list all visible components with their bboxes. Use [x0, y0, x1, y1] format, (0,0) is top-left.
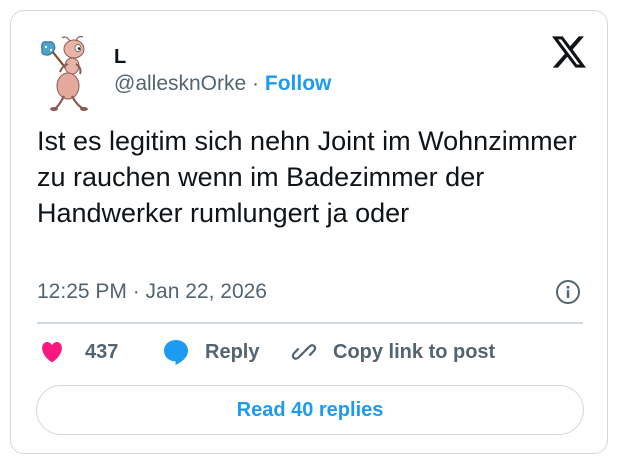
tweet-timestamp[interactable]: 12:25 PM · Jan 22, 2026	[37, 279, 267, 305]
avatar[interactable]	[38, 36, 98, 112]
info-icon[interactable]	[555, 279, 581, 305]
divider	[37, 322, 583, 324]
link-icon	[291, 344, 317, 360]
x-logo-icon[interactable]	[552, 36, 586, 68]
follow-link[interactable]: Follow	[265, 72, 332, 95]
like-count: 437	[85, 341, 119, 363]
reply-label: Reply	[205, 341, 260, 363]
copy-link-label: Copy link to post	[333, 341, 496, 363]
author-display-name[interactable]: L	[114, 45, 126, 69]
speech-bubble-icon	[164, 340, 188, 365]
author-handle[interactable]: @allesknOrke	[114, 72, 246, 95]
tweet-card: L @allesknOrke · Follow Ist es legitim s…	[10, 10, 608, 454]
reply-button[interactable]: Reply	[162, 337, 259, 367]
author-line: @allesknOrke · Follow	[114, 71, 331, 97]
read-replies-button[interactable]: Read 40 replies	[36, 385, 584, 435]
copy-link-button[interactable]: Copy link to post	[290, 337, 495, 367]
tweet-text: Ist es legitim sich nehn Joint im Wohnzi…	[37, 126, 577, 228]
like-button[interactable]: 437	[39, 337, 118, 367]
heart-icon	[42, 341, 62, 363]
separator-dot: ·	[252, 72, 260, 95]
